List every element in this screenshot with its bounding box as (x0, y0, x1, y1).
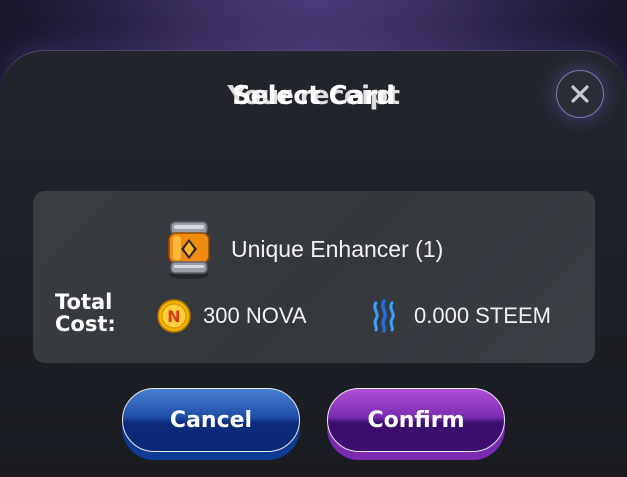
steem-logo-icon (373, 299, 395, 333)
close-button[interactable] (556, 70, 604, 118)
total-cost-label: Total Cost: (55, 291, 135, 335)
item-name: Unique Enhancer (1) (231, 235, 444, 262)
dialog-title: Select Card Your receipt (0, 81, 627, 111)
steem-cost: 0.000 STEEM (370, 299, 551, 333)
nova-cost: N 300 NOVA (157, 299, 307, 333)
receipt-dialog: Select Card Your receipt Unique Enhancer… (0, 50, 627, 477)
item-row: Unique Enhancer (1) (161, 217, 443, 281)
total-cost-label-text: Total Cost: (55, 290, 116, 336)
nova-amount: 300 NOVA (203, 303, 307, 328)
close-icon (571, 85, 589, 103)
purchase-summary-card: Unique Enhancer (1) Total Cost: N 300 NO… (33, 191, 595, 363)
steem-amount: 0.000 STEEM (414, 303, 551, 328)
enhancer-canister-icon (168, 221, 210, 279)
nova-coin-icon: N (157, 299, 191, 333)
svg-text:N: N (167, 307, 180, 326)
dialog-title-overlay: Your receipt (227, 81, 400, 111)
confirm-button[interactable]: Confirm (327, 388, 505, 452)
cancel-button[interactable]: Cancel (122, 388, 300, 452)
